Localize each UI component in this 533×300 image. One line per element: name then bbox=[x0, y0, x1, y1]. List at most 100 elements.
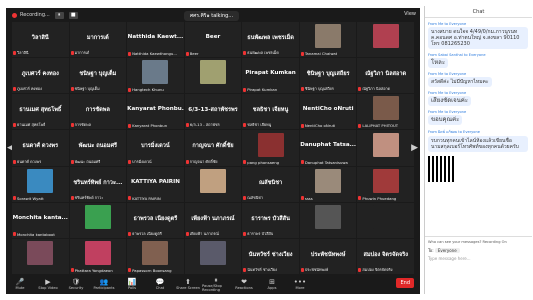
participant-label: Sorawit Wyatt bbox=[13, 196, 44, 201]
participant-label: มาการเต์ bbox=[70, 50, 89, 56]
participant-tile[interactable] bbox=[184, 166, 242, 202]
muted-mic-icon bbox=[358, 267, 362, 272]
toolbar-button[interactable]: 🎤 Mute bbox=[6, 278, 34, 290]
view-button[interactable]: View bbox=[404, 11, 416, 17]
participant-tile[interactable] bbox=[12, 238, 69, 274]
participant-tile[interactable]: นันทวัชร์ ช่างเวียง นันทวัชร์ ช่างเวียง bbox=[242, 238, 299, 274]
toolbar-button[interactable]: ⏸ Pause/Stop Recording bbox=[202, 276, 230, 292]
participant-tile[interactable] bbox=[184, 238, 242, 274]
toolbar-label: Pause/Stop Recording bbox=[202, 284, 222, 292]
toolbar-button[interactable]: ❤ Reactions bbox=[230, 278, 258, 290]
participant-tile[interactable]: ธาพรวล เนียงดูตรี ธาพรวล เนียงดูตรี bbox=[127, 202, 184, 238]
participant-tile[interactable]: กาญจนา ศักดิ์ชัย กาญจนา ศักดิ์ชัย bbox=[184, 130, 242, 166]
participant-label-text: พัฒนะ ถนอมศรี bbox=[74, 158, 101, 164]
participant-tile[interactable]: Natthida Kaewt... Natthida Kaewthongu... bbox=[127, 22, 184, 58]
toolbar-button[interactable]: ••• More bbox=[286, 278, 314, 290]
participant-tile[interactable]: LALIPHAT PHITOUT bbox=[357, 94, 414, 130]
toolbar-icon: 👥 bbox=[99, 278, 109, 286]
participant-video bbox=[372, 168, 399, 193]
participant-label-text: สมปอง จิตรจัดจริง bbox=[362, 266, 393, 272]
participant-tile[interactable]: Phuwin Phuedang bbox=[357, 166, 414, 202]
toolbar-button[interactable]: ⊞ Apps bbox=[258, 278, 286, 290]
participant-tile[interactable]: มาการเต์ มาการเต์ bbox=[69, 22, 127, 58]
participant-tile[interactable] bbox=[357, 130, 414, 166]
participant-tile[interactable]: Kanyarat Phonbu... Kanyarat Phonbun bbox=[127, 94, 184, 130]
participant-label-text: Pirapat Kumkan bbox=[247, 87, 278, 93]
meeting-toolbar: 🎤 Mute ▶ Stop Video 🛡 Security 👥 Participants 📊 P… bbox=[6, 274, 420, 294]
chat-sender: From ผิดพ์ แก้พลย to Everyone bbox=[428, 130, 480, 134]
participant-tile[interactable] bbox=[299, 202, 357, 238]
stop-recording-icon[interactable]: ■ bbox=[68, 11, 78, 19]
participant-label: ชินิษฐา บุญเสถียร bbox=[300, 86, 334, 92]
participant-tile[interactable] bbox=[357, 22, 414, 58]
participant-tile[interactable]: Monchita kanta... Monchita kantaboot bbox=[12, 202, 69, 238]
participant-tile[interactable]: สมปอง จิตรจัดจริง สมปอง จิตรจัดจริง bbox=[357, 238, 414, 274]
participant-name: 6/3-13-สถาพัชรพร bbox=[188, 107, 238, 114]
participant-name: ธนพัฒพล เพชรเม็ด bbox=[247, 34, 294, 41]
participant-label-text: pang phonsaeng bbox=[247, 159, 280, 165]
participant-tile[interactable]: ณัฐวิภา นิลสอาด ณัฐวิภา นิลสอาด bbox=[357, 58, 414, 94]
toolbar-button[interactable]: 📊 Polls bbox=[118, 278, 146, 290]
chat-title: Chat bbox=[425, 6, 532, 18]
recipient-selector[interactable]: To: Everyone bbox=[428, 248, 529, 253]
participant-tile[interactable]: ประพัชนัทพงษ์ ประพัชนัทพงษ์ bbox=[299, 238, 357, 274]
toolbar-label: Mute bbox=[15, 286, 25, 290]
toolbar-label: Polls bbox=[127, 286, 137, 290]
participant-tile[interactable]: พัฒนะ ถนอมศรี พัฒนะ ถนอมศรี bbox=[69, 130, 127, 166]
participant-tile[interactable]: ธนดาศ์ ดวงพร ธนดาศ์ ดวงพร bbox=[12, 130, 69, 166]
participant-tile[interactable]: การชัดพล การชัดพล bbox=[69, 94, 127, 130]
participant-tile[interactable]: วิลาสินี วิลาสินี bbox=[12, 22, 69, 58]
participant-tile[interactable]: Phattara Yongdaeon bbox=[69, 238, 127, 274]
participant-name: พัฒนะ ถนอมศรี bbox=[78, 143, 118, 150]
participant-tile[interactable]: Hangtech Khunu bbox=[127, 58, 184, 94]
toolbar-button[interactable]: 👥 Participants bbox=[90, 278, 118, 290]
participant-tile[interactable]: KATTIYA PAIRIN KATTIYA PAIRIN bbox=[127, 166, 184, 202]
participant-tile[interactable]: ภูเบศวร์ คงทอง ภูเบศวร์ คงทอง bbox=[12, 58, 69, 94]
participant-label-text: ชินิษฐา บุญเสถียร bbox=[304, 86, 334, 92]
participant-tile[interactable]: ชลธิชา เจียหนู ชลธิชา เจียหนู bbox=[242, 94, 299, 130]
muted-mic-icon bbox=[300, 87, 304, 92]
toolbar-button[interactable]: ⬆ Share Screen bbox=[174, 278, 202, 290]
toolbar-button[interactable]: 🛡 Security bbox=[62, 278, 90, 290]
toolbar-button[interactable]: 💬 Chat bbox=[146, 278, 174, 290]
toolbar-label: Security bbox=[68, 286, 84, 290]
participant-label: เพียงฟ้า นภาภรณ์ bbox=[185, 230, 219, 237]
participant-tile[interactable] bbox=[69, 202, 127, 238]
participant-tile[interactable] bbox=[357, 202, 414, 238]
end-meeting-button[interactable]: End bbox=[396, 278, 414, 288]
chat-visibility-notice[interactable]: Who can see your messages? Recording On bbox=[428, 240, 529, 244]
participant-tile[interactable]: Papassorn Boonsang bbox=[127, 238, 184, 274]
participant-tile[interactable]: ssss bbox=[299, 166, 357, 202]
participant-tile[interactable]: เพียงฟ้า นภาภรณ์ เพียงฟ้า นภาภรณ์ bbox=[184, 202, 242, 238]
pause-recording-icon[interactable]: ⏸ bbox=[54, 11, 64, 19]
participant-tile[interactable]: ณลัชนิชา ณลัชนิชา bbox=[242, 166, 299, 202]
participant-label-text: ประพัชนัทพงษ์ bbox=[304, 266, 329, 272]
toolbar-button[interactable]: ▶ Stop Video bbox=[34, 278, 62, 290]
participant-grid: วิลาสินี วิลาสินี มาการเต์ มาการเต์ Natthida… bbox=[12, 22, 414, 274]
participant-tile[interactable]: Beer Beer bbox=[184, 22, 242, 58]
participant-tile[interactable]: Danuphat Tatsa... Danuphat Tatsanisuwa bbox=[299, 130, 357, 166]
participant-label: ธนดาศ์ ดวงพร bbox=[13, 159, 41, 165]
participant-tile[interactable]: บารมิ่งเดวน์ บารมิ่งเดวน์ bbox=[127, 130, 184, 166]
participant-tile[interactable] bbox=[184, 58, 242, 94]
participant-tile[interactable]: ชนิษฐา บุญเต็ม ชนิษฐา บุญเต็ม bbox=[69, 58, 127, 94]
recipient-value[interactable]: Everyone bbox=[434, 248, 460, 253]
participant-tile[interactable]: NentiCho oNruti NentiCho oNruti bbox=[299, 94, 357, 130]
participant-tile[interactable]: ธนพัฒพล เพชรเม็ด ธนพัฒพล เพชรเม็ด bbox=[242, 22, 299, 58]
participant-tile[interactable]: pang phonsaeng bbox=[242, 130, 299, 166]
participant-tile[interactable]: ชรินทร์ทิพย์ กาวะ... ชรินทร์ทิพย์ กาวะ bbox=[69, 166, 127, 202]
participant-tile[interactable]: ชินิษฐา บุญเสถียร ชินิษฐา บุญเสถียร bbox=[299, 58, 357, 94]
participant-label-text: เพียงฟ้า นภาภรณ์ bbox=[189, 230, 219, 236]
muted-mic-icon bbox=[13, 123, 16, 128]
participant-tile[interactable]: ธานเมศ สุทธโพธิ์ ธานเมศ สุทธโพธิ์ bbox=[12, 94, 69, 130]
participant-tile[interactable]: Sorawit Wyatt bbox=[12, 166, 69, 202]
participant-tile[interactable]: Tanamai Chaiwat bbox=[299, 22, 357, 58]
next-page-icon[interactable]: ▶ bbox=[411, 143, 418, 153]
participant-tile[interactable]: 6/3-13-สถาพัชรพร 6/3-13 - สถาพัชร bbox=[184, 94, 242, 130]
message-input[interactable]: Type message here... bbox=[428, 256, 529, 261]
participant-tile[interactable]: ธาราพร บัวสีสัน ธาราพร บัวสีสัน bbox=[242, 202, 299, 238]
participant-label: ธาพรวล เนียงดูตรี bbox=[128, 231, 162, 237]
participant-video bbox=[315, 168, 342, 193]
participant-tile[interactable]: Pirapat Kumkan Pirapat Kumkan bbox=[242, 58, 299, 94]
chat-sender: From Me to Everyone bbox=[428, 110, 467, 114]
